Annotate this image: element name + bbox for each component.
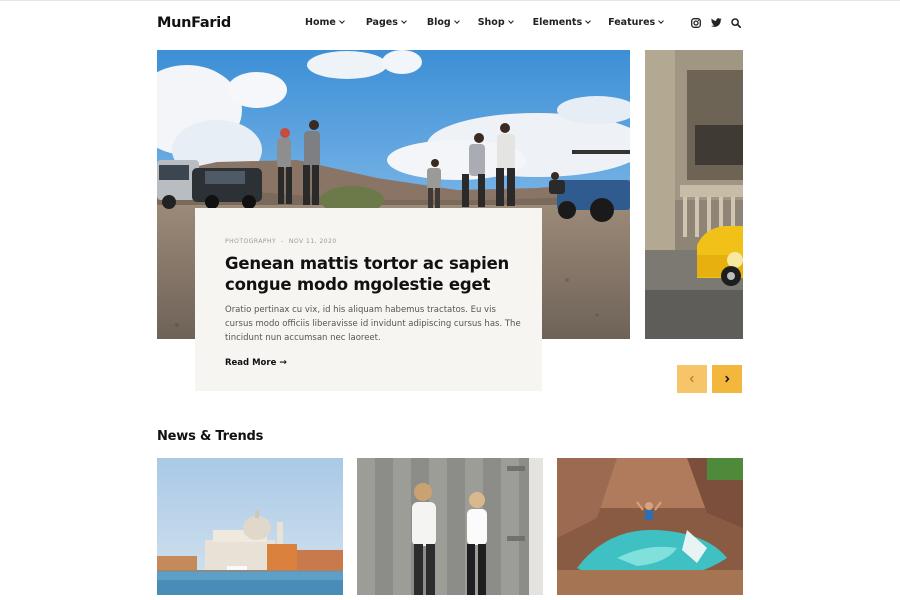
nav-item-label: Home xyxy=(305,17,336,28)
nav-item-label: Elements xyxy=(532,17,583,28)
news-thumb-venice[interactable] xyxy=(157,458,343,595)
featured-post-card: PHOTOGRAPHY - NOV 11, 2020 Genean mattis… xyxy=(195,208,542,391)
chevron-right-icon xyxy=(725,375,730,383)
nav-item-pages[interactable]: Pages xyxy=(365,17,407,28)
slider-prev-button[interactable] xyxy=(677,365,707,393)
top-border xyxy=(0,0,900,1)
nav-item-home[interactable]: Home xyxy=(305,17,345,28)
post-date: NOV 11, 2020 xyxy=(288,238,337,245)
instagram-icon[interactable] xyxy=(690,17,702,29)
nav-item-shop[interactable]: Shop xyxy=(477,17,514,28)
chevron-left-icon xyxy=(689,375,694,383)
post-title[interactable]: Genean mattis tortor ac sapien congue mo… xyxy=(225,253,512,295)
chevron-down-icon xyxy=(453,18,460,24)
chevron-down-icon xyxy=(585,18,591,24)
search-icon[interactable] xyxy=(730,17,742,29)
nav-item-label: Features xyxy=(608,17,656,28)
nav-item-label: Pages xyxy=(365,17,398,28)
meta-separator: - xyxy=(281,238,284,245)
read-more-label: Read More xyxy=(225,358,277,368)
chevron-down-icon xyxy=(338,18,345,24)
nav-item-label: Shop xyxy=(477,17,505,28)
chevron-down-icon xyxy=(658,18,665,24)
read-more-link[interactable]: Read More → xyxy=(225,358,512,368)
news-thumb-couple[interactable] xyxy=(357,458,543,595)
section-title: News & Trends xyxy=(157,429,264,444)
chevron-down-icon xyxy=(507,18,514,24)
news-thumb-waterfall[interactable] xyxy=(557,458,743,595)
main-nav: Home Pages Blog Shop Elements Features xyxy=(305,17,685,28)
nav-item-blog[interactable]: Blog xyxy=(426,17,460,28)
post-excerpt: Oratio pertinax cu vix, id his aliquam h… xyxy=(225,305,521,343)
nav-item-label: Blog xyxy=(426,17,451,28)
site-logo[interactable]: MunFarid xyxy=(157,15,231,31)
nav-item-elements[interactable]: Elements xyxy=(533,17,591,28)
chevron-down-icon xyxy=(401,18,407,24)
next-slide-image[interactable] xyxy=(645,50,743,339)
post-category[interactable]: PHOTOGRAPHY xyxy=(225,238,276,245)
nav-item-features[interactable]: Features xyxy=(608,17,665,28)
post-meta: PHOTOGRAPHY - NOV 11, 2020 xyxy=(225,238,512,245)
twitter-icon[interactable] xyxy=(710,17,722,29)
arrow-right-icon: → xyxy=(279,358,287,368)
header-icons xyxy=(690,17,742,29)
slider-next-button[interactable] xyxy=(712,365,742,393)
